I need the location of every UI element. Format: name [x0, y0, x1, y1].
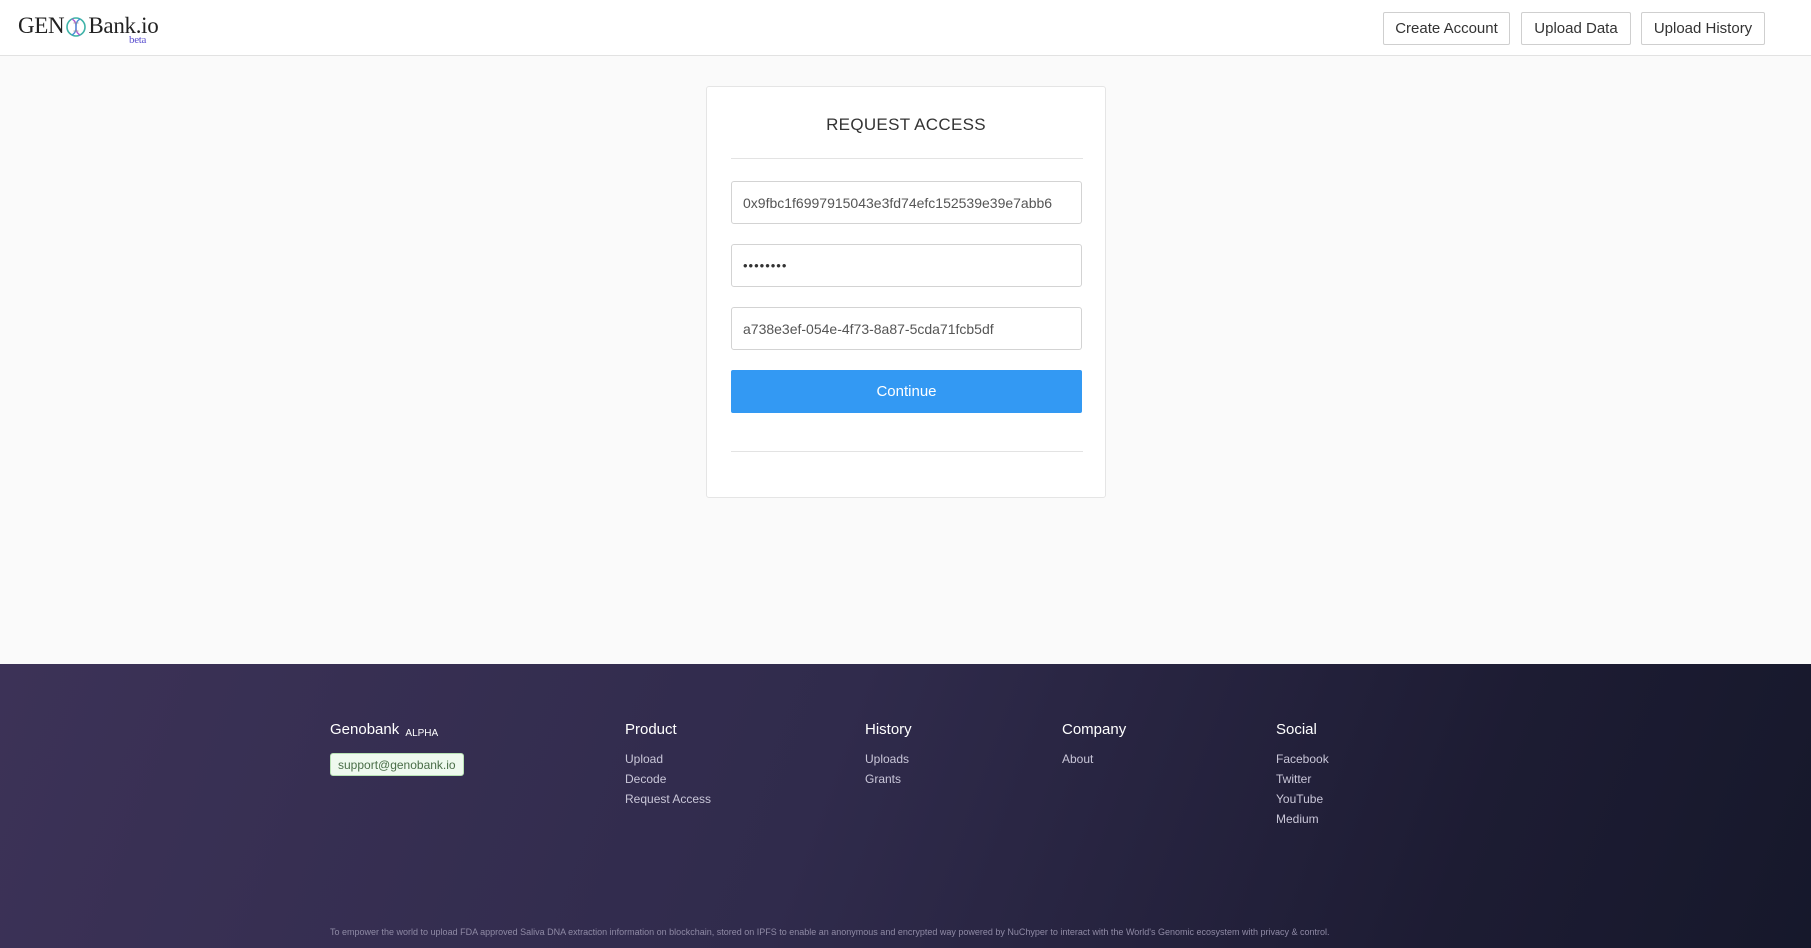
footer-link-upload[interactable]: Upload — [625, 752, 711, 772]
footer-column-title: Company — [1062, 721, 1127, 738]
card-divider-top — [731, 158, 1083, 159]
password-input[interactable]: •••••••• — [731, 244, 1082, 287]
footer-link-youtube[interactable]: YouTube — [1276, 792, 1329, 812]
footer-column-title: History — [865, 721, 912, 738]
genobank-logo[interactable]: GEN Bank.io beta — [18, 12, 159, 46]
footer-column-history: History Uploads Grants — [865, 721, 912, 792]
card-divider-bottom — [731, 451, 1083, 452]
access-key-input[interactable]: a738e3ef-054e-4f73-8a87-5cda71fcb5df — [731, 307, 1082, 350]
footer-column-title: Product — [625, 721, 677, 738]
support-email-link[interactable]: support@genobank.io — [330, 753, 464, 776]
wallet-address-input[interactable]: 0x9fbc1f6997915043e3fd74efc152539e39e7ab… — [731, 181, 1082, 224]
footer-link-request-access[interactable]: Request Access — [625, 792, 711, 812]
footer-link-grants[interactable]: Grants — [865, 772, 912, 792]
logo-beta-badge: beta — [129, 34, 147, 46]
logo-text-right: Bank.io — [88, 13, 159, 38]
top-navbar: GEN Bank.io beta Create Account Upload D… — [0, 0, 1811, 56]
footer-link-about[interactable]: About — [1062, 752, 1126, 772]
footer-tagline: To empower the world to upload FDA appro… — [330, 927, 1330, 937]
footer-brand: Genobank ALPHA — [330, 721, 438, 739]
footer-column-product: Product Upload Decode Request Access — [625, 721, 711, 812]
footer-link-twitter[interactable]: Twitter — [1276, 772, 1329, 792]
create-account-button[interactable]: Create Account — [1383, 12, 1510, 45]
request-access-card: REQUEST ACCESS 0x9fbc1f6997915043e3fd74e… — [706, 86, 1106, 498]
footer-column-title: Social — [1276, 721, 1317, 738]
footer-link-decode[interactable]: Decode — [625, 772, 711, 792]
footer-brand-name: Genobank — [330, 721, 400, 738]
footer-column-company: Company About — [1062, 721, 1126, 772]
upload-data-button[interactable]: Upload Data — [1521, 12, 1631, 45]
footer-link-medium[interactable]: Medium — [1276, 812, 1329, 832]
continue-button[interactable]: Continue — [731, 370, 1082, 413]
footer-brand-badge: ALPHA — [405, 728, 439, 739]
footer-column-social: Social Facebook Twitter YouTube Medium — [1276, 721, 1329, 832]
card-title: REQUEST ACCESS — [826, 115, 986, 134]
site-footer: Genobank ALPHA support@genobank.io Produ… — [0, 664, 1811, 948]
footer-link-uploads[interactable]: Uploads — [865, 752, 912, 772]
footer-link-facebook[interactable]: Facebook — [1276, 752, 1329, 772]
dna-logo-icon — [65, 14, 87, 38]
logo-text-left: GEN — [18, 13, 65, 38]
upload-history-button[interactable]: Upload History — [1641, 12, 1765, 45]
